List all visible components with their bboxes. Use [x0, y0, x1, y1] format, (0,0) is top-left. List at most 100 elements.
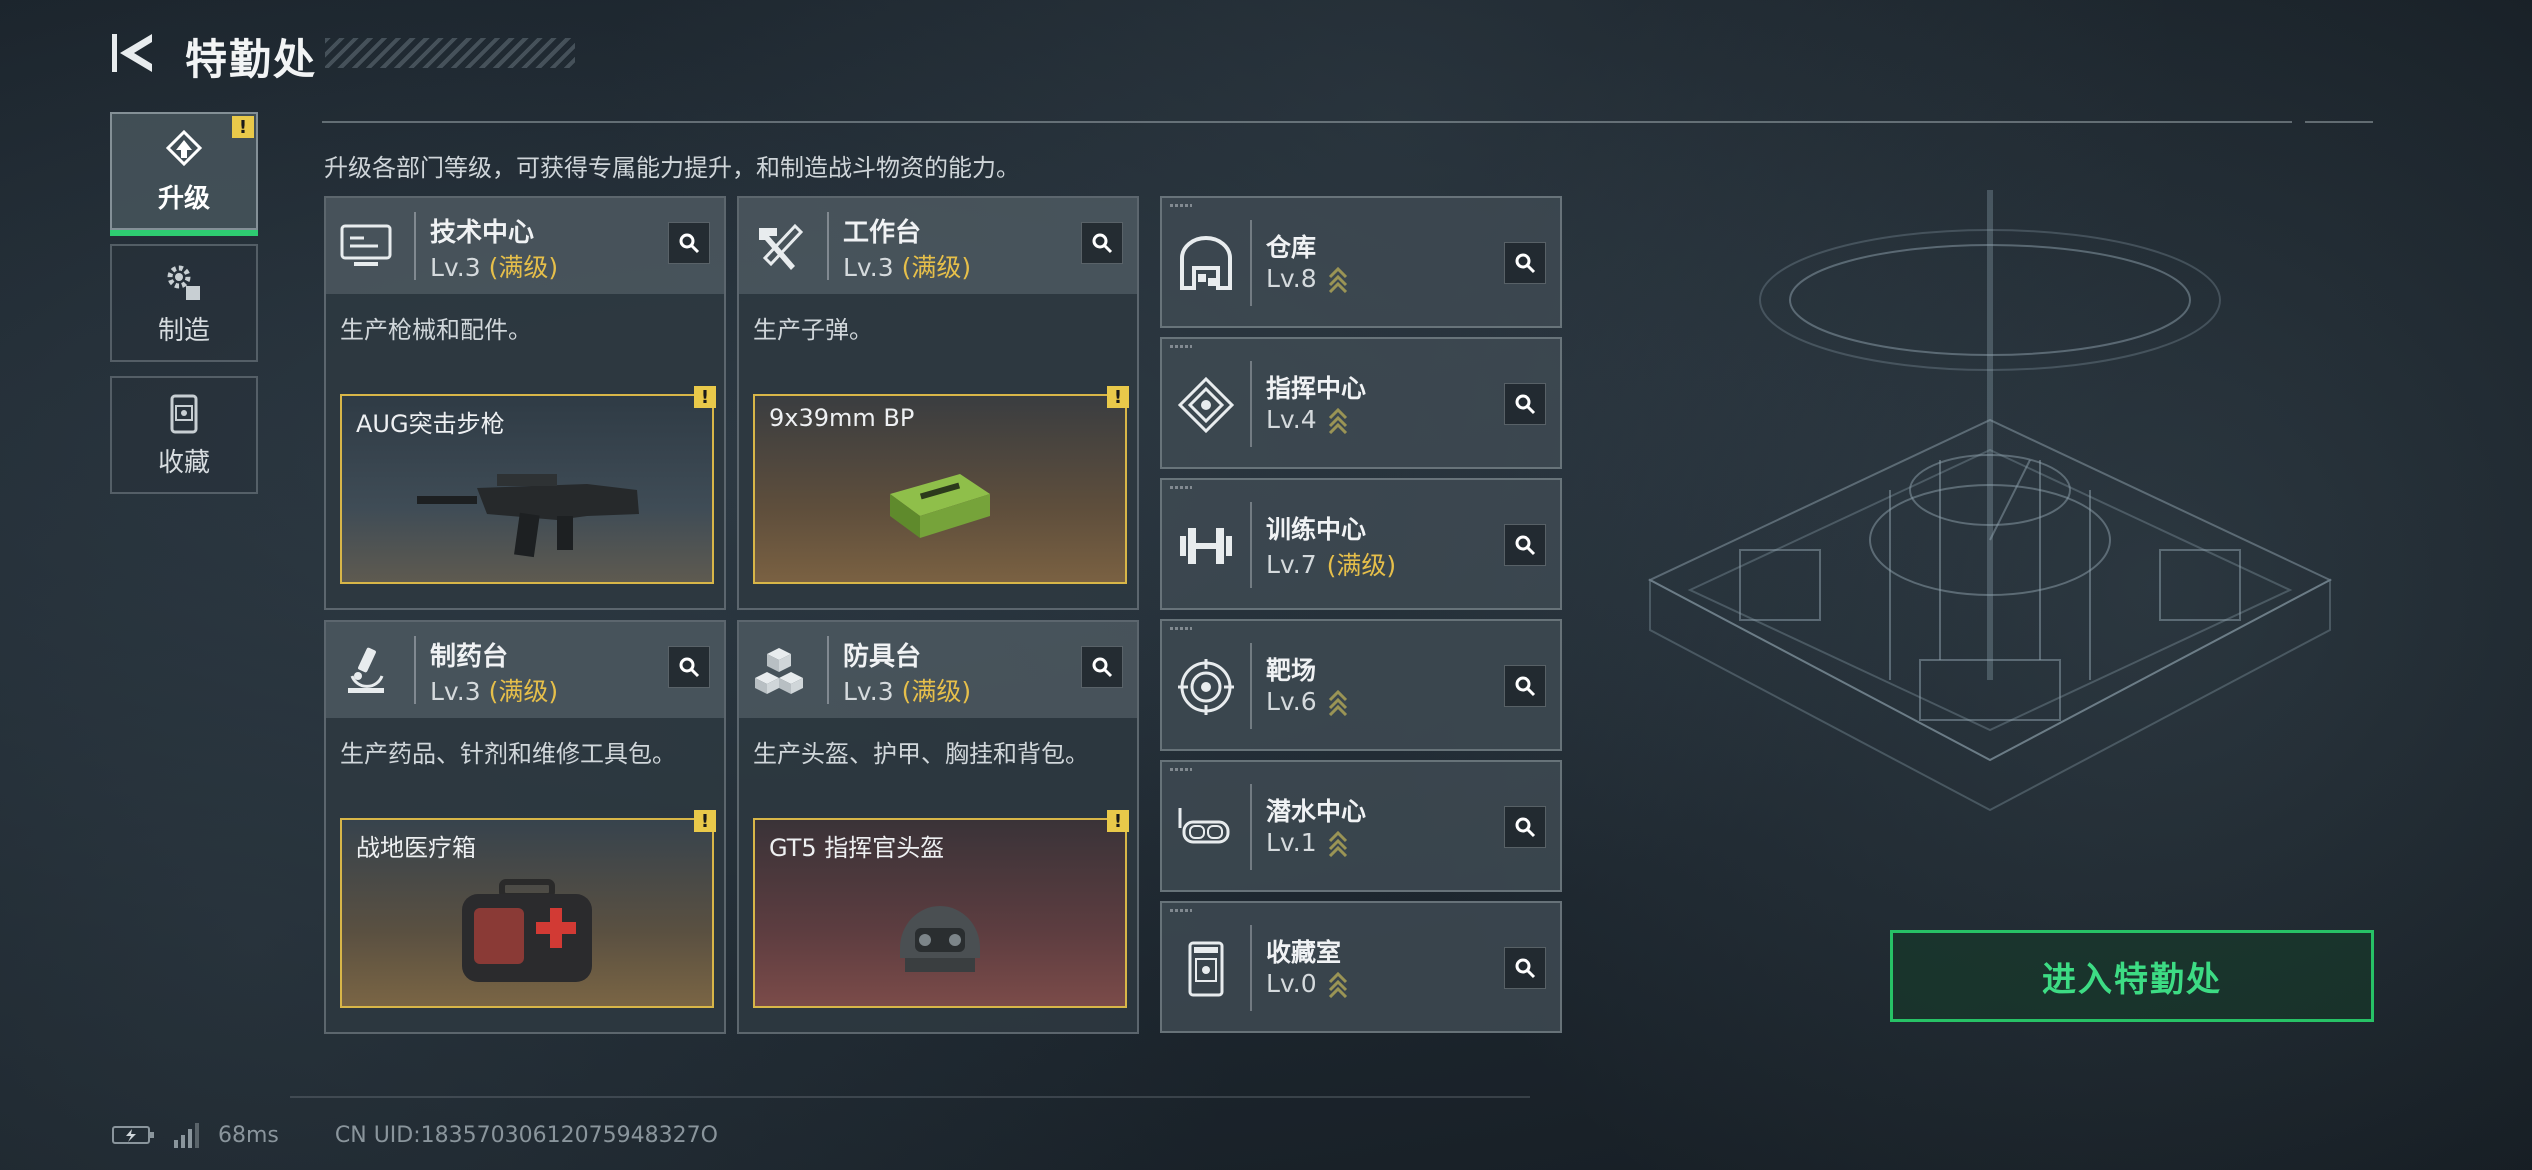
search-icon — [1515, 535, 1536, 556]
monitor-icon — [340, 224, 392, 266]
card-tech-center[interactable]: 技术中心 Lv.3 (满级) 生产枪械和配件。 AUG突击步枪 ! — [324, 196, 726, 610]
card-name: 技术中心 — [430, 218, 535, 248]
facility-level: Lv.8 — [1266, 264, 1349, 293]
search-button[interactable] — [1504, 665, 1546, 707]
level-value: Lv.3 — [430, 677, 481, 706]
medkit-icon — [462, 879, 592, 982]
facility-level: Lv.4 — [1266, 405, 1349, 434]
facility-warehouse[interactable]: 仓库 Lv.8 — [1160, 196, 1562, 328]
search-button[interactable] — [1504, 383, 1546, 425]
separator — [1250, 784, 1252, 870]
facility-name: 收藏室 — [1266, 938, 1342, 967]
card-level: Lv.3 (满级) — [430, 248, 558, 284]
card-name: 制药台 — [430, 642, 509, 672]
facility-diving-center[interactable]: 潜水中心 Lv.1 — [1160, 760, 1562, 892]
separator — [1250, 220, 1252, 306]
search-button[interactable] — [668, 222, 710, 264]
divider — [322, 121, 2292, 123]
card-armor-bench[interactable]: 防具台 Lv.3 (满级) 生产头盔、护甲、胸挂和背包。 GT5 指挥官头盔 ! — [737, 620, 1139, 1034]
intro-text: 升级各部门等级，可获得专属能力提升，和制造战斗物资的能力。 — [324, 154, 1020, 182]
item-name: 9x39mm BP — [769, 404, 915, 432]
tab-collection[interactable]: 收藏 — [110, 376, 258, 494]
page-title: 特勤处 — [185, 35, 318, 84]
search-icon — [1092, 657, 1113, 678]
search-icon — [1515, 817, 1536, 838]
separator — [414, 636, 416, 704]
facility-level: Lv.7 (满级) — [1266, 546, 1396, 582]
item-name: AUG突击步枪 — [356, 410, 505, 438]
facility-level: Lv.6 — [1266, 687, 1349, 716]
enter-special-ops-button[interactable]: 进入特勤处 — [1890, 930, 2374, 1022]
search-button[interactable] — [1504, 242, 1546, 284]
level-value: Lv.3 — [843, 253, 894, 282]
max-level-tag: (满级) — [901, 253, 972, 282]
card-name: 防具台 — [843, 642, 922, 672]
tools-icon — [759, 223, 804, 270]
facility-shooting-range[interactable]: 靶场 Lv.6 — [1160, 619, 1562, 751]
facility-name: 指挥中心 — [1266, 374, 1367, 403]
tab-label: 收藏 — [157, 447, 210, 478]
facility-name: 潜水中心 — [1266, 797, 1367, 826]
level-value: Lv.4 — [1266, 405, 1317, 434]
upgrade-chevron-icon — [1328, 266, 1347, 293]
collection-icon — [170, 394, 198, 433]
facility-name: 仓库 — [1266, 233, 1317, 262]
separator — [1250, 925, 1252, 1011]
card-header: 防具台 Lv.3 (满级) — [739, 622, 1137, 718]
search-icon — [1515, 253, 1536, 274]
item-slot[interactable]: AUG突击步枪 ! — [340, 386, 716, 584]
user-uid: CN UID:18357030612075948327O — [334, 1122, 718, 1148]
search-icon — [679, 233, 700, 254]
search-icon — [1515, 676, 1536, 697]
card-description: 生产枪械和配件。 — [340, 316, 532, 344]
facility-collection-room[interactable]: 收藏室 Lv.0 — [1160, 901, 1562, 1033]
item-name: 战地医疗箱 — [356, 834, 476, 862]
ammo-box-icon — [890, 474, 990, 538]
search-icon — [1092, 233, 1113, 254]
level-value: Lv.7 — [1266, 549, 1317, 579]
card-header: 技术中心 Lv.3 (满级) — [326, 198, 724, 294]
search-button[interactable] — [668, 646, 710, 688]
search-button[interactable] — [1081, 222, 1123, 264]
search-button[interactable] — [1081, 646, 1123, 688]
microscope-icon — [348, 647, 384, 693]
facility-training-center[interactable]: 训练中心 Lv.7 (满级) — [1160, 478, 1562, 610]
base-illustration — [1647, 190, 2333, 812]
back-arrow-icon[interactable] — [110, 28, 160, 78]
search-icon — [1515, 958, 1536, 979]
collection-room-icon — [1188, 941, 1224, 997]
search-button[interactable] — [1504, 947, 1546, 989]
item-slot[interactable]: 9x39mm BP ! — [753, 386, 1129, 584]
card-level: Lv.3 (满级) — [843, 248, 971, 284]
card-header: 制药台 Lv.3 (满级) — [326, 622, 724, 718]
max-level-tag: (满级) — [901, 677, 972, 706]
facility-command-center[interactable]: 指挥中心 Lv.4 — [1160, 337, 1562, 469]
level-value: Lv.3 — [430, 253, 481, 282]
helmet-icon — [900, 906, 980, 972]
alert-badge: ! — [1107, 810, 1129, 832]
tab-label: 升级 — [157, 183, 210, 214]
item-slot[interactable]: GT5 指挥官头盔 ! — [753, 810, 1129, 1008]
search-button[interactable] — [1504, 524, 1546, 566]
alert-badge: ! — [694, 810, 716, 832]
upgrade-chevron-icon — [1328, 689, 1347, 716]
card-description: 生产药品、针剂和维修工具包。 — [340, 740, 676, 768]
tab-upgrade[interactable]: 升级 ! — [110, 112, 258, 236]
separator — [1250, 643, 1252, 729]
facility-level: Lv.1 — [1266, 828, 1349, 857]
target-icon — [1178, 659, 1234, 715]
upgrade-chevron-icon — [1328, 971, 1347, 998]
separator — [827, 212, 829, 280]
card-pharmacy[interactable]: 制药台 Lv.3 (满级) 生产药品、针剂和维修工具包。 战地医疗箱 ! — [324, 620, 726, 1034]
tab-craft[interactable]: 制造 — [110, 244, 258, 362]
search-button[interactable] — [1504, 806, 1546, 848]
item-name: GT5 指挥官头盔 — [769, 834, 945, 862]
card-header: 工作台 Lv.3 (满级) — [739, 198, 1137, 294]
title-decoration — [325, 38, 575, 68]
card-workbench[interactable]: 工作台 Lv.3 (满级) 生产子弹。 9x39mm BP ! — [737, 196, 1139, 610]
item-slot[interactable]: 战地医疗箱 ! — [340, 810, 716, 1008]
alert-badge: ! — [232, 116, 254, 138]
upgrade-chevron-icon — [1328, 407, 1347, 434]
separator — [414, 212, 416, 280]
separator — [827, 636, 829, 704]
